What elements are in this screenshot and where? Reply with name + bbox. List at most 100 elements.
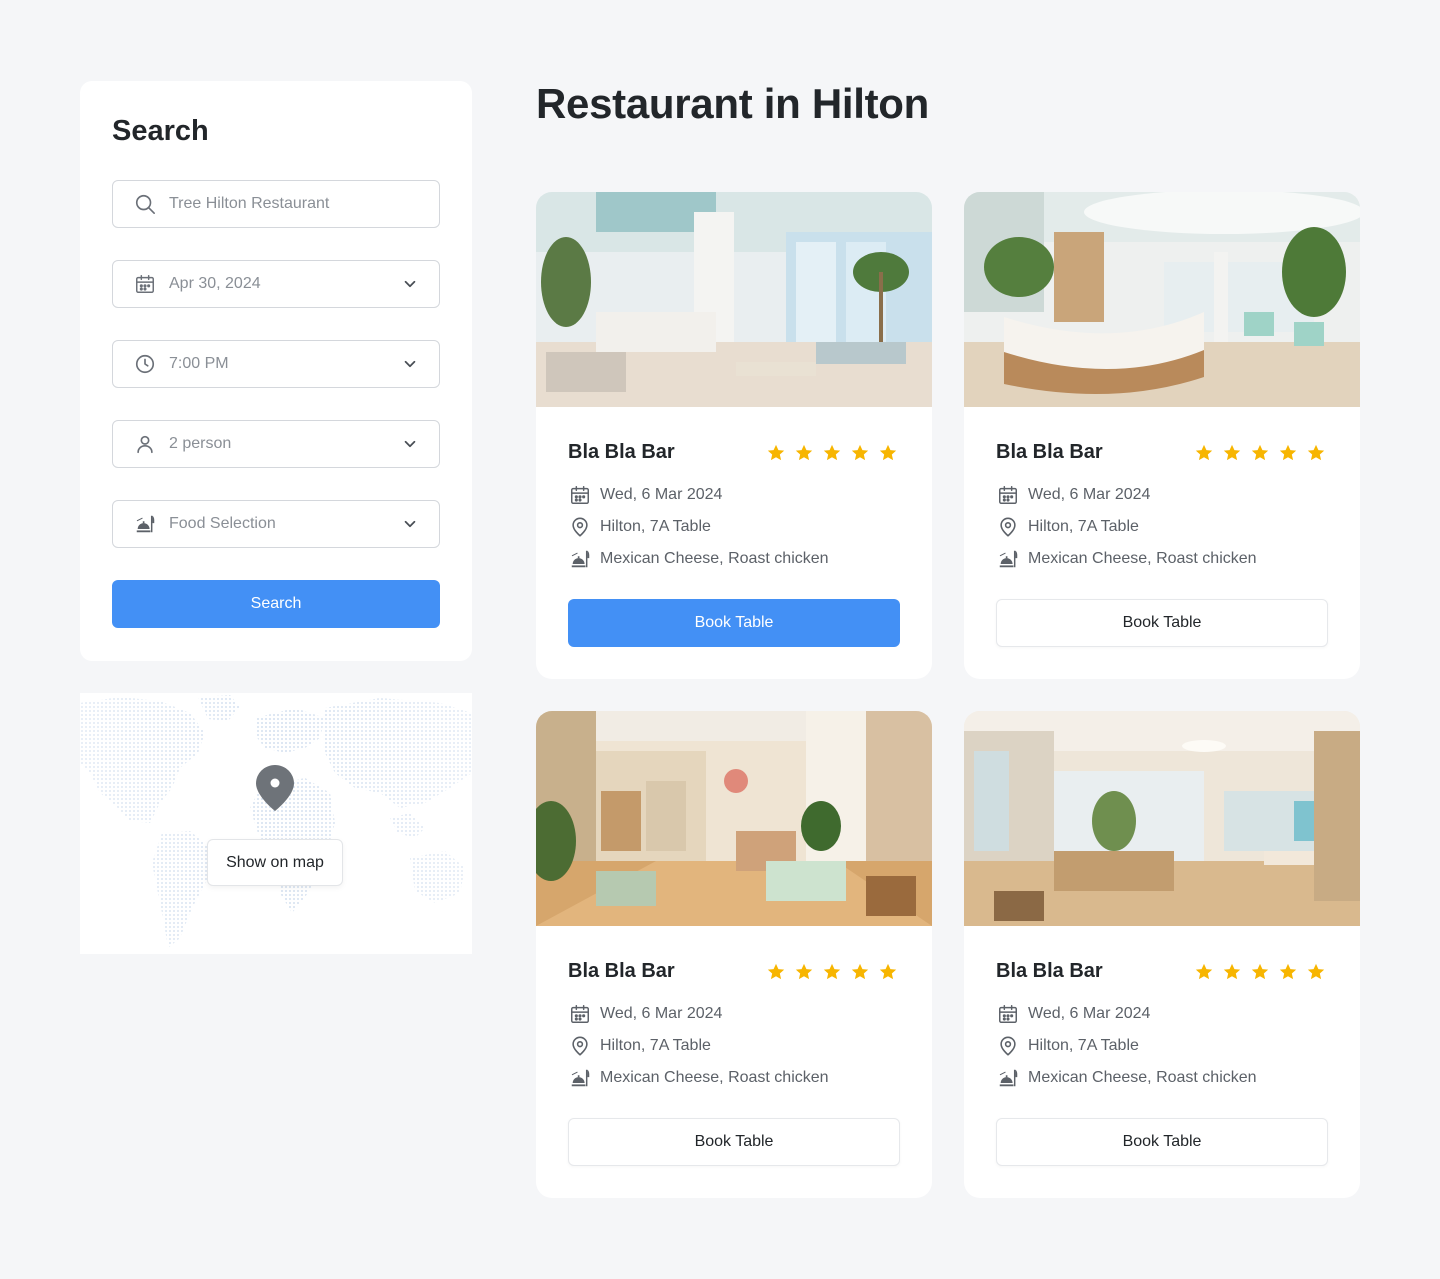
star-icon — [1194, 962, 1214, 987]
food-icon — [568, 547, 592, 571]
restaurant-name: Bla Bla Bar — [568, 960, 675, 982]
book-table-button[interactable]: Book Table — [996, 1118, 1328, 1166]
date-info: Wed, 6 Mar 2024 — [996, 1002, 1150, 1026]
star-icon — [1278, 443, 1298, 468]
location-info: Hilton, 7A Table — [996, 1034, 1139, 1058]
restaurant-search-input[interactable] — [112, 180, 440, 228]
star-icon — [794, 443, 814, 468]
calendar-icon — [568, 483, 592, 507]
food-value: Food Selection — [169, 515, 276, 532]
food-icon — [568, 1066, 592, 1090]
guests-select[interactable]: 2 person — [112, 420, 440, 468]
star-icon — [1250, 962, 1270, 987]
food-info: Mexican Cheese, Roast chicken — [996, 1066, 1257, 1090]
location-text: Hilton, 7A Table — [1028, 518, 1139, 535]
restaurant-card: Bla Bla Bar Wed, 6 Mar 2024 Hilton, 7A T… — [964, 711, 1360, 1198]
clock-icon — [133, 352, 157, 376]
location-info: Hilton, 7A Table — [996, 515, 1139, 539]
star-icon — [1278, 962, 1298, 987]
location-pin-icon — [996, 1034, 1020, 1058]
chevron-down-icon — [401, 515, 419, 533]
date-text: Wed, 6 Mar 2024 — [1028, 486, 1151, 503]
food-icon — [996, 1066, 1020, 1090]
time-value: 7:00 PM — [169, 355, 229, 372]
star-icon — [766, 962, 786, 987]
date-info: Wed, 6 Mar 2024 — [996, 483, 1150, 507]
star-icon — [822, 962, 842, 987]
star-icon — [822, 443, 842, 468]
star-icon — [1222, 962, 1242, 987]
star-icon — [1306, 962, 1326, 987]
rating-stars — [766, 443, 898, 468]
star-icon — [850, 443, 870, 468]
calendar-icon — [133, 272, 157, 296]
star-icon — [878, 962, 898, 987]
location-pin-icon — [568, 1034, 592, 1058]
location-text: Hilton, 7A Table — [600, 518, 711, 535]
food-icon — [996, 547, 1020, 571]
world-map-background — [80, 693, 472, 954]
star-icon — [850, 962, 870, 987]
user-icon — [133, 432, 157, 456]
search-title: Search — [112, 115, 209, 147]
date-text: Wed, 6 Mar 2024 — [600, 486, 723, 503]
restaurant-photo — [536, 192, 932, 407]
restaurant-name: Bla Bla Bar — [996, 960, 1103, 982]
book-table-button[interactable]: Book Table — [568, 1118, 900, 1166]
date-info: Wed, 6 Mar 2024 — [568, 483, 722, 507]
book-table-button[interactable]: Book Table — [568, 599, 900, 647]
restaurant-card: Bla Bla Bar Wed, 6 Mar 2024 Hilton, 7A T… — [536, 192, 932, 679]
calendar-icon — [996, 1002, 1020, 1026]
date-value: Apr 30, 2024 — [169, 275, 261, 292]
food-text: Mexican Cheese, Roast chicken — [1028, 550, 1257, 567]
rating-stars — [766, 962, 898, 987]
star-icon — [1306, 443, 1326, 468]
rating-stars — [1194, 962, 1326, 987]
book-table-button[interactable]: Book Table — [996, 599, 1328, 647]
restaurant-photo — [536, 711, 932, 926]
show-on-map-button[interactable]: Show on map — [207, 839, 343, 886]
restaurant-photo — [964, 711, 1360, 926]
restaurant-card: Bla Bla Bar Wed, 6 Mar 2024 Hilton, 7A T… — [964, 192, 1360, 679]
star-icon — [794, 962, 814, 987]
rating-stars — [1194, 443, 1326, 468]
guests-value: 2 person — [169, 435, 232, 452]
search-query-field[interactable] — [169, 195, 419, 213]
location-pin-icon — [996, 515, 1020, 539]
search-button[interactable]: Search — [112, 580, 440, 628]
food-info: Mexican Cheese, Roast chicken — [568, 1066, 829, 1090]
location-info: Hilton, 7A Table — [568, 515, 711, 539]
location-info: Hilton, 7A Table — [568, 1034, 711, 1058]
restaurant-name: Bla Bla Bar — [996, 441, 1103, 463]
date-text: Wed, 6 Mar 2024 — [1028, 1005, 1151, 1022]
location-text: Hilton, 7A Table — [1028, 1037, 1139, 1054]
calendar-icon — [996, 483, 1020, 507]
page-title: Restaurant in Hilton — [536, 80, 930, 127]
star-icon — [878, 443, 898, 468]
star-icon — [766, 443, 786, 468]
food-select[interactable]: Food Selection — [112, 500, 440, 548]
time-select[interactable]: 7:00 PM — [112, 340, 440, 388]
restaurant-name: Bla Bla Bar — [568, 441, 675, 463]
chevron-down-icon — [401, 435, 419, 453]
food-icon — [133, 512, 157, 536]
food-text: Mexican Cheese, Roast chicken — [1028, 1069, 1257, 1086]
date-text: Wed, 6 Mar 2024 — [600, 1005, 723, 1022]
calendar-icon — [568, 1002, 592, 1026]
chevron-down-icon — [401, 275, 419, 293]
food-text: Mexican Cheese, Roast chicken — [600, 1069, 829, 1086]
star-icon — [1250, 443, 1270, 468]
location-text: Hilton, 7A Table — [600, 1037, 711, 1054]
map-pin-icon — [256, 765, 294, 811]
food-info: Mexican Cheese, Roast chicken — [996, 547, 1257, 571]
date-info: Wed, 6 Mar 2024 — [568, 1002, 722, 1026]
search-panel: Search Apr 30, 2024 7:00 PM 2 person — [80, 81, 472, 661]
location-pin-icon — [568, 515, 592, 539]
star-icon — [1222, 443, 1242, 468]
food-info: Mexican Cheese, Roast chicken — [568, 547, 829, 571]
search-icon — [133, 192, 157, 216]
date-select[interactable]: Apr 30, 2024 — [112, 260, 440, 308]
restaurant-card: Bla Bla Bar Wed, 6 Mar 2024 Hilton, 7A T… — [536, 711, 932, 1198]
map-panel[interactable]: Show on map — [80, 693, 472, 954]
restaurant-photo — [964, 192, 1360, 407]
